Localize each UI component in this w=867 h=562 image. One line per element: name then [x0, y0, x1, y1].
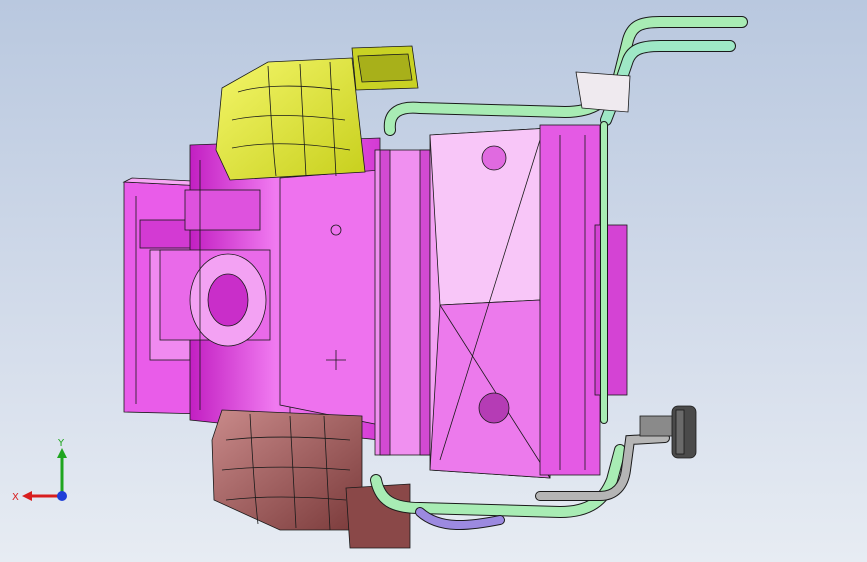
pipe-bracket[interactable] — [575, 71, 631, 113]
control-knob[interactable] — [639, 405, 697, 459]
coordinate-triad: Y X — [12, 438, 67, 503]
cad-assembly-model[interactable] — [0, 0, 867, 562]
z-axis-dot — [57, 491, 67, 501]
graphics-viewport[interactable]: Y X — [0, 0, 867, 562]
y-axis-arrowhead — [57, 448, 67, 458]
y-axis-label: Y — [57, 438, 65, 449]
x-axis-arrowhead — [22, 491, 32, 501]
front-housing[interactable] — [429, 124, 628, 479]
x-axis-label: X — [12, 492, 19, 503]
main-housing[interactable] — [279, 149, 436, 456]
